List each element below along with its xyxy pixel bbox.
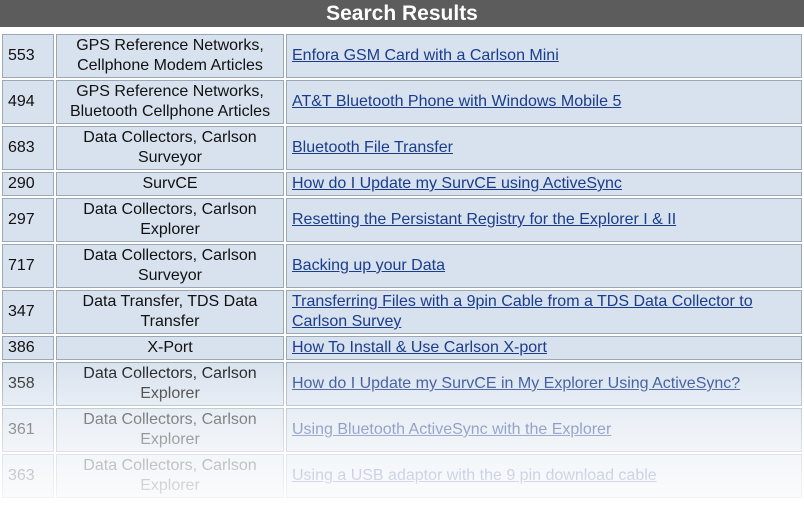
result-id: 297	[2, 198, 54, 242]
result-title-link[interactable]: How do I Update my SurvCE in My Explorer…	[292, 375, 740, 392]
result-title-cell: How do I Update my SurvCE using ActiveSy…	[286, 172, 802, 196]
result-category: X-Port	[56, 336, 284, 360]
table-row: 290 SurvCE How do I Update my SurvCE usi…	[2, 172, 802, 196]
result-id: 361	[2, 408, 54, 452]
result-category: SurvCE	[56, 172, 284, 196]
result-title-link[interactable]: Using Bluetooth ActiveSync with the Expl…	[292, 421, 611, 438]
table-row: 553 GPS Reference Networks, Cellphone Mo…	[2, 34, 802, 78]
result-title-link[interactable]: Bluetooth File Transfer	[292, 139, 453, 156]
table-row: 494 GPS Reference Networks, Bluetooth Ce…	[2, 80, 802, 124]
table-row: 683 Data Collectors, Carlson Surveyor Bl…	[2, 126, 802, 170]
result-category: Data Transfer, TDS Data Transfer	[56, 290, 284, 334]
result-title-link[interactable]: AT&T Bluetooth Phone with Windows Mobile…	[292, 93, 621, 110]
result-title-cell: Backing up your Data	[286, 244, 802, 288]
result-title-link[interactable]: Backing up your Data	[292, 257, 445, 274]
result-category: Data Collectors, Carlson Explorer	[56, 454, 284, 498]
result-title-link[interactable]: Enfora GSM Card with a Carlson Mini	[292, 47, 559, 64]
result-id: 386	[2, 336, 54, 360]
result-title-cell: AT&T Bluetooth Phone with Windows Mobile…	[286, 80, 802, 124]
table-row: 347 Data Transfer, TDS Data Transfer Tra…	[2, 290, 802, 334]
result-category: Data Collectors, Carlson Explorer	[56, 362, 284, 406]
table-row: 358 Data Collectors, Carlson Explorer Ho…	[2, 362, 802, 406]
result-title-link[interactable]: How do I Update my SurvCE using ActiveSy…	[292, 175, 622, 192]
result-id: 290	[2, 172, 54, 196]
result-category: Data Collectors, Carlson Surveyor	[56, 126, 284, 170]
table-row: 297 Data Collectors, Carlson Explorer Re…	[2, 198, 802, 242]
table-row: 386 X-Port How To Install & Use Carlson …	[2, 336, 802, 360]
result-category: Data Collectors, Carlson Surveyor	[56, 244, 284, 288]
result-title-cell: Enfora GSM Card with a Carlson Mini	[286, 34, 802, 78]
result-category: Data Collectors, Carlson Explorer	[56, 198, 284, 242]
table-row: 717 Data Collectors, Carlson Surveyor Ba…	[2, 244, 802, 288]
result-id: 494	[2, 80, 54, 124]
result-title-cell: How do I Update my SurvCE in My Explorer…	[286, 362, 802, 406]
table-row: 361 Data Collectors, Carlson Explorer Us…	[2, 408, 802, 452]
result-title-cell: Transferring Files with a 9pin Cable fro…	[286, 290, 802, 334]
result-title-link[interactable]: Transferring Files with a 9pin Cable fro…	[292, 293, 753, 330]
result-title-cell: Using Bluetooth ActiveSync with the Expl…	[286, 408, 802, 452]
result-id: 683	[2, 126, 54, 170]
result-title-link[interactable]: Resetting the Persistant Registry for th…	[292, 211, 676, 228]
result-id: 717	[2, 244, 54, 288]
result-title-link[interactable]: Using a USB adaptor with the 9 pin downl…	[292, 467, 657, 484]
table-row: 363 Data Collectors, Carlson Explorer Us…	[2, 454, 802, 498]
result-id: 347	[2, 290, 54, 334]
result-id: 363	[2, 454, 54, 498]
result-category: GPS Reference Networks, Bluetooth Cellph…	[56, 80, 284, 124]
result-title-cell: Using a USB adaptor with the 9 pin downl…	[286, 454, 802, 498]
result-id: 358	[2, 362, 54, 406]
result-title-cell: How To Install & Use Carlson X-port	[286, 336, 802, 360]
result-category: GPS Reference Networks, Cellphone Modem …	[56, 34, 284, 78]
result-title-cell: Resetting the Persistant Registry for th…	[286, 198, 802, 242]
page-title: Search Results	[0, 0, 804, 27]
result-title-link[interactable]: How To Install & Use Carlson X-port	[292, 339, 547, 356]
result-id: 553	[2, 34, 54, 78]
results-table: 553 GPS Reference Networks, Cellphone Mo…	[0, 32, 804, 500]
result-category: Data Collectors, Carlson Explorer	[56, 408, 284, 452]
result-title-cell: Bluetooth File Transfer	[286, 126, 802, 170]
